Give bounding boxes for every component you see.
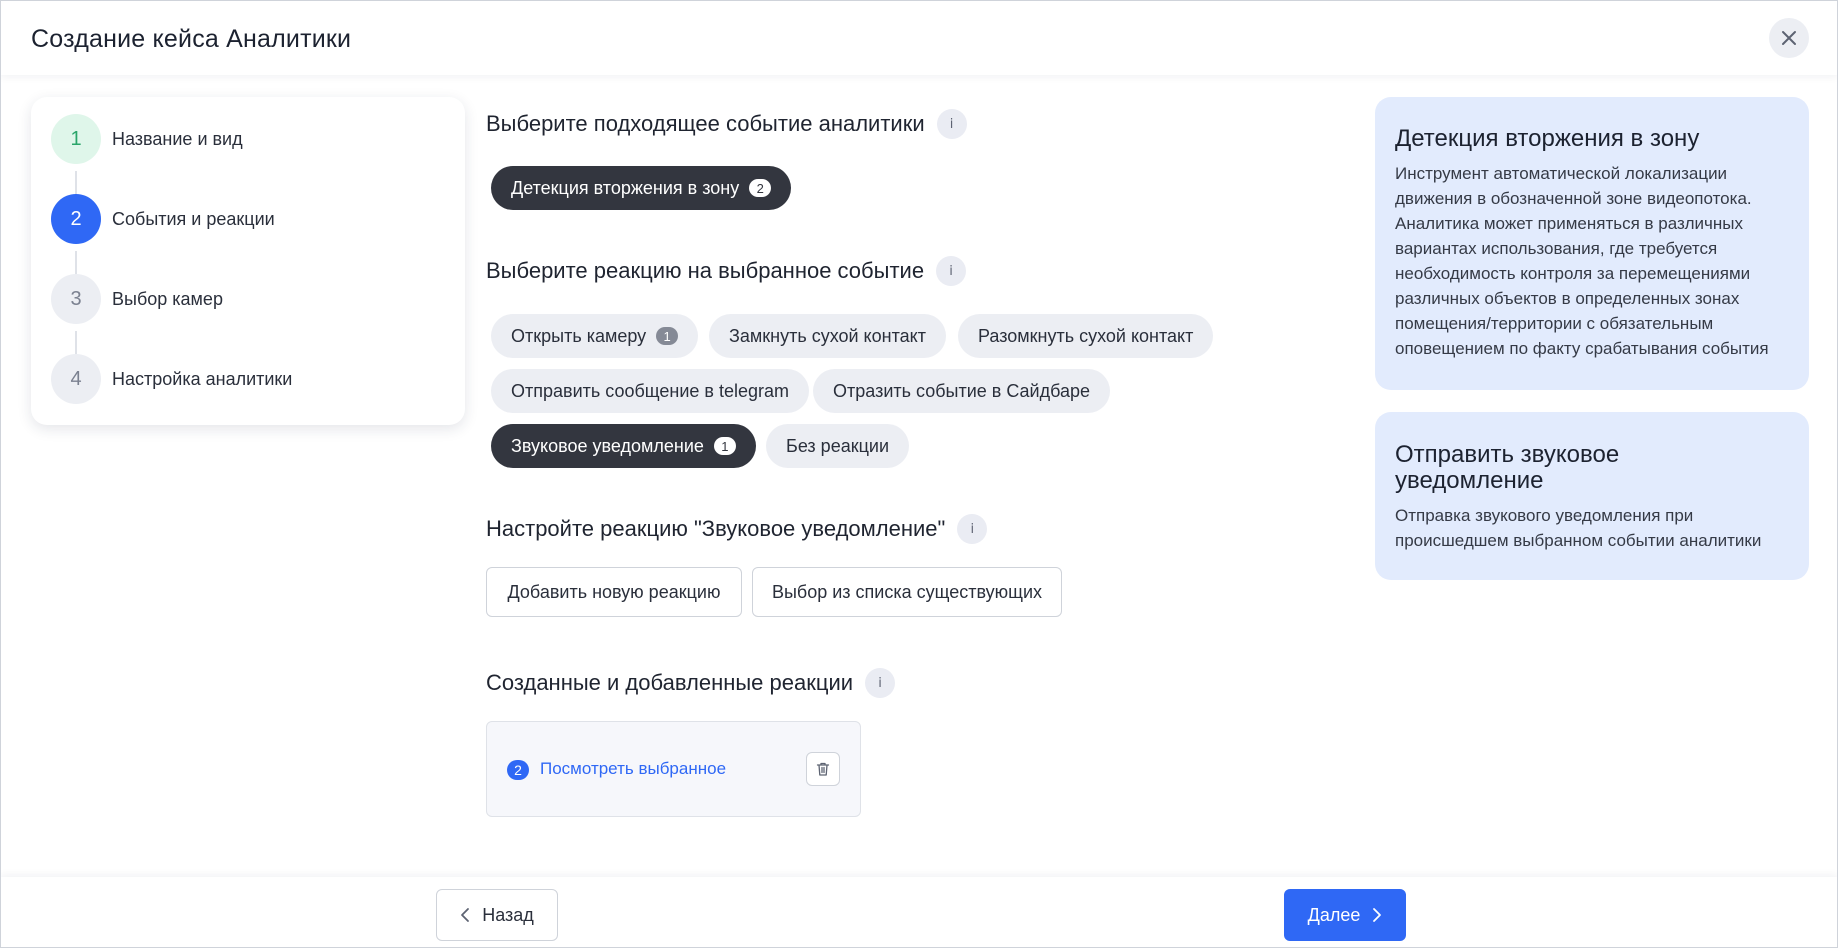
chip-badge: 1 [656, 327, 679, 345]
chip-label: Отправить сообщение в telegram [511, 380, 790, 401]
close-icon [1782, 31, 1796, 45]
back-label: Назад [482, 904, 534, 925]
modal-footer: Назад Далее [1, 877, 1837, 947]
step-label: Выбор камер [112, 288, 223, 309]
chip-label: Без реакции [786, 435, 890, 456]
back-button[interactable]: Назад [436, 889, 558, 941]
chevron-left-icon [460, 907, 470, 923]
chip-badge: 1 [713, 437, 736, 455]
reaction-chip-sidebar[interactable]: Отразить событие в Сайдбаре [813, 369, 1111, 413]
description-line: различных объектов в определенных зонах [1395, 289, 1740, 308]
step-1[interactable]: 1 Название и вид [51, 114, 451, 164]
delete-button[interactable] [806, 752, 840, 786]
info-panel-description: Отправка звукового уведомления при проис… [1395, 503, 1789, 553]
section-heading: Выберите подходящее событие аналитики [486, 111, 925, 136]
wizard-stepper: 1 Название и вид 2 События и реакции 3 В… [31, 97, 465, 425]
chip-label: Замкнуть сухой контакт [729, 325, 926, 346]
choose-existing-reaction-button[interactable]: Выбор из списка существующих [752, 567, 1062, 617]
description-line: происшедшем выбранном событии аналитики [1395, 531, 1762, 550]
step-number: 2 [51, 194, 101, 244]
description-line: Инструмент автоматической локализации [1395, 164, 1728, 183]
chevron-right-icon [1372, 907, 1382, 923]
modal-header: Создание кейса Аналитики [1, 1, 1837, 75]
info-panel-event: Детекция вторжения в зону Инструмент авт… [1375, 97, 1809, 390]
chip-label: Детекция вторжения в зону [511, 177, 740, 198]
reaction-chip-sound-notification[interactable]: Звуковое уведомление 1 [491, 424, 756, 468]
reaction-chip-open-dry-contact[interactable]: Разомкнуть сухой контакт [958, 314, 1214, 358]
step-label: События и реакции [112, 208, 275, 229]
view-selected-link[interactable]: Посмотреть выбранное [540, 759, 726, 779]
close-button[interactable] [1769, 18, 1809, 58]
step-3[interactable]: 3 Выбор камер [51, 274, 451, 324]
created-section-title: Созданные и добавленные реакции i [486, 668, 896, 698]
event-chip-zone-intrusion[interactable]: Детекция вторжения в зону 2 [491, 166, 792, 210]
title-line: Отправить звуковое [1395, 441, 1620, 468]
modal-window: Создание кейса Аналитики 1 Название и ви… [0, 0, 1838, 948]
next-button[interactable]: Далее [1284, 889, 1406, 941]
section-heading: Выберите реакцию на выбранное событие [486, 258, 925, 283]
chip-label: Отразить событие в Сайдбаре [833, 380, 1091, 401]
step-number: 4 [51, 354, 101, 404]
step-4[interactable]: 4 Настройка аналитики [51, 354, 451, 404]
reaction-chip-no-reaction[interactable]: Без реакции [766, 424, 910, 468]
chip-label: Открыть камеру [511, 325, 647, 346]
section-heading: Настройте реакцию "Звуковое уведомление" [486, 516, 946, 541]
info-icon[interactable]: i [936, 109, 967, 139]
step-2[interactable]: 2 События и реакции [51, 194, 451, 244]
description-line: помещения/территории с обязательным [1395, 314, 1714, 333]
info-icon[interactable]: i [936, 256, 967, 286]
title-line: уведомление [1395, 467, 1544, 494]
section-heading: Созданные и добавленные реакции [486, 670, 854, 695]
next-label: Далее [1307, 904, 1361, 925]
reaction-chip-open-camera[interactable]: Открыть камеру 1 [491, 314, 699, 358]
description-line: вариантах использования, где требуется [1395, 239, 1718, 258]
info-panel-title: Отправить звуковое уведомление [1395, 442, 1789, 494]
configure-section-title: Настройте реакцию "Звуковое уведомление"… [486, 514, 988, 544]
description-line: Аналитика может применяться в различных [1395, 214, 1744, 233]
created-reactions-card: 2 Посмотреть выбранное [486, 721, 861, 817]
info-panel-title: Детекция вторжения в зону [1395, 125, 1700, 152]
info-panel-reaction: Отправить звуковое уведомление Отправка … [1375, 412, 1809, 580]
step-number: 1 [51, 114, 101, 164]
info-icon[interactable]: i [957, 514, 988, 544]
reaction-chip-close-dry-contact[interactable]: Замкнуть сухой контакт [709, 314, 946, 358]
description-line: движения в обозначенной зоне видеопотока… [1395, 189, 1752, 208]
add-new-reaction-button[interactable]: Добавить новую реакцию [486, 567, 742, 617]
events-section-title: Выберите подходящее событие аналитики i [486, 109, 967, 139]
description-line: оповещением по факту срабатывания событи… [1395, 339, 1769, 358]
reaction-chip-telegram[interactable]: Отправить сообщение в telegram [491, 369, 810, 413]
info-icon[interactable]: i [865, 668, 896, 698]
step-label: Настройка аналитики [112, 368, 293, 389]
reactions-section-title: Выберите реакцию на выбранное событие i [486, 256, 967, 286]
chip-label: Разомкнуть сухой контакт [978, 325, 1194, 346]
description-line: необходимость контроля за перемещениями [1395, 264, 1751, 283]
chip-label: Звуковое уведомление [511, 435, 704, 456]
chip-badge: 2 [749, 179, 772, 197]
page-title: Создание кейса Аналитики [31, 25, 352, 53]
description-line: Отправка звукового уведомления при [1395, 506, 1694, 525]
step-label: Название и вид [112, 128, 243, 149]
trash-icon [816, 762, 830, 776]
reaction-count-badge: 2 [507, 760, 529, 780]
step-number: 3 [51, 274, 101, 324]
info-panel-description: Инструмент автоматической локализации дв… [1395, 161, 1789, 361]
